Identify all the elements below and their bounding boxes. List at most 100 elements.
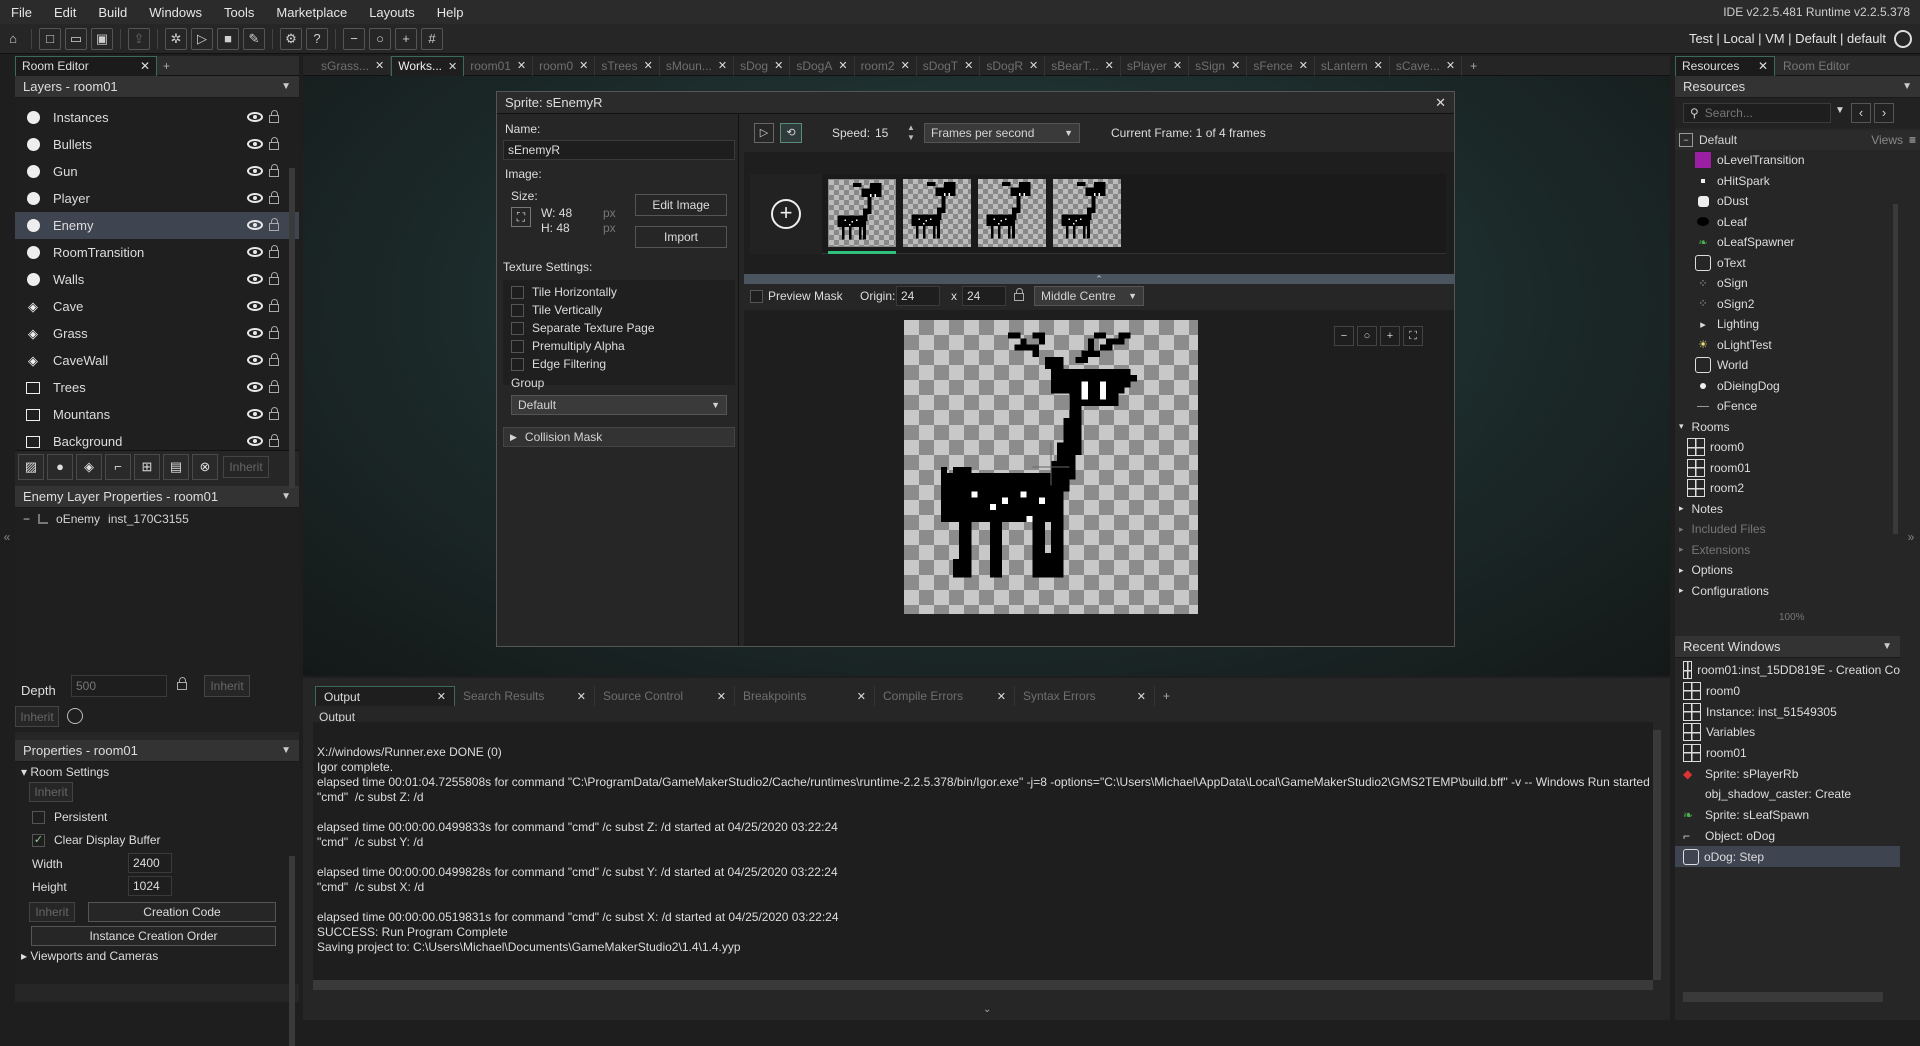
search-input[interactable]: ⚲ Search... (1683, 103, 1831, 123)
recent-window-item[interactable]: room01:inst_15DD819E - Creation Co (1675, 660, 1900, 681)
inherit-layers-button[interactable]: Inherit (223, 455, 269, 478)
layer-row-grass[interactable]: ◈ Grass (15, 320, 299, 347)
eye-icon[interactable] (247, 218, 263, 232)
lock-icon[interactable] (269, 299, 281, 313)
eye-icon[interactable] (247, 299, 263, 313)
close-icon[interactable]: ✕ (375, 59, 384, 72)
target-gear-icon[interactable] (1894, 29, 1912, 48)
premultiply-alpha-checkbox[interactable] (511, 340, 524, 353)
zoom-bar[interactable]: 100% (1675, 612, 1920, 624)
chevron-down-icon[interactable]: ▼ (1882, 641, 1892, 652)
doc-tab-14[interactable]: sFence ✕ (1247, 55, 1315, 76)
group-dropdown[interactable]: Default ▼ (511, 395, 727, 415)
collapse-icon[interactable]: − (1679, 133, 1693, 147)
menu-tools[interactable]: Tools (213, 5, 265, 20)
collapse-strip-icon[interactable]: ⌃ (744, 274, 1454, 284)
speed-value[interactable]: 15 (875, 126, 888, 140)
stop-icon[interactable]: ■ (217, 27, 239, 50)
folder-options[interactable]: ▸ Options (1679, 560, 1920, 581)
save-icon[interactable]: ▣ (91, 27, 113, 50)
doc-tab-12[interactable]: sPlayer ✕ (1121, 55, 1190, 76)
doc-tab-11[interactable]: sBearT... ✕ (1045, 55, 1121, 76)
lock-icon[interactable] (269, 326, 281, 340)
resource-otext[interactable]: oText (1679, 253, 1920, 274)
tab-room-editor-right[interactable]: Room Editor (1783, 59, 1850, 73)
views-label[interactable]: Views (1871, 133, 1903, 147)
close-icon[interactable]: ✕ (1299, 59, 1308, 72)
resources-header[interactable]: Resources ▼ (1675, 76, 1920, 98)
depth-field[interactable]: 500 (71, 675, 167, 697)
lock-icon[interactable] (269, 434, 281, 448)
close-icon[interactable]: ✕ (577, 690, 586, 703)
creation-code-button[interactable]: Creation Code (88, 902, 276, 922)
package-icon[interactable]: ⇪ (128, 27, 150, 50)
add-tab-icon[interactable]: + (1163, 689, 1170, 703)
layer-row-trees[interactable]: Trees (15, 374, 299, 401)
lock-icon[interactable] (269, 164, 281, 178)
inherit-code-button[interactable]: Inherit (29, 902, 75, 922)
zoom-in-icon[interactable]: + (1380, 326, 1400, 346)
eye-icon[interactable] (247, 110, 263, 124)
output-tab-syntax-errors[interactable]: Syntax Errors ✕ (1015, 686, 1155, 706)
menu-help[interactable]: Help (426, 5, 475, 20)
folder-notes[interactable]: ▸ Notes (1679, 499, 1920, 520)
resize-icon[interactable]: ⛶ (511, 207, 531, 227)
target-selector[interactable]: Test | Local | VM | Default | default (1689, 29, 1920, 48)
grid-icon[interactable]: # (421, 27, 443, 50)
recent-windows-header[interactable]: Recent Windows ▼ (1675, 636, 1900, 658)
delete-layer-icon[interactable]: ⊗ (192, 453, 218, 480)
speed-stepper-icon[interactable]: ▲ ▼ (907, 123, 915, 143)
inherit-depth-button[interactable]: Inherit (204, 675, 250, 697)
resource-oleveltransition[interactable]: oLevelTransition (1679, 150, 1920, 171)
layer-row-cavewall[interactable]: ◈ CaveWall (15, 347, 299, 374)
add-asset-layer-icon[interactable]: ⊞ (134, 453, 160, 480)
room-room01[interactable]: room01 (1679, 458, 1920, 479)
add-tile-layer-icon[interactable]: ◈ (76, 453, 102, 480)
lock-icon[interactable] (1014, 288, 1024, 301)
collision-mask-header[interactable]: ▶ Collision Mask (503, 427, 735, 447)
doc-tab-16[interactable]: sCave... ✕ (1390, 55, 1463, 76)
close-icon[interactable]: ✕ (1231, 59, 1240, 72)
resource-ofence[interactable]: oFence (1679, 396, 1920, 417)
lock-icon[interactable] (269, 191, 281, 205)
output-tab-output[interactable]: Output ✕ (315, 686, 455, 706)
lock-icon[interactable] (269, 380, 281, 394)
close-icon[interactable]: ✕ (1374, 59, 1383, 72)
recent-window-item[interactable]: oDog: Step (1675, 846, 1900, 867)
layer-row-walls[interactable]: Walls (15, 266, 299, 293)
lock-icon[interactable] (269, 407, 281, 421)
chevron-down-icon[interactable]: ▼ (281, 491, 291, 502)
search-options-icon[interactable]: ▼ (1835, 105, 1845, 116)
properties-scrollbar[interactable] (289, 856, 295, 1046)
close-icon[interactable]: ✕ (1029, 59, 1038, 72)
room-settings-row[interactable]: ▾ Room Settings (21, 765, 109, 779)
sprite-editor-titlebar[interactable]: Sprite: sEnemyR ✕ (497, 92, 1454, 114)
origin-y-field[interactable]: 24 (962, 286, 1006, 306)
close-icon[interactable]: ✕ (717, 690, 726, 703)
doc-tab-6[interactable]: sDog ✕ (734, 55, 791, 76)
layer-properties-header[interactable]: Enemy Layer Properties - room01 ▼ (15, 486, 299, 508)
close-icon[interactable]: ✕ (140, 59, 150, 73)
eye-icon[interactable] (247, 245, 263, 259)
recent-window-item[interactable]: ❧ Sprite: sLeafSpawn (1675, 805, 1900, 826)
layer-row-bullets[interactable]: Bullets (15, 131, 299, 158)
close-icon[interactable]: ✕ (437, 690, 446, 703)
collapse-bottom-icon[interactable]: ⌄ (983, 1004, 991, 1015)
recent-window-item[interactable]: Variables (1675, 722, 1900, 743)
eye-icon[interactable] (247, 353, 263, 367)
close-icon[interactable]: ✕ (838, 59, 847, 72)
close-icon[interactable]: ✕ (964, 59, 973, 72)
layer-row-background[interactable]: Background (15, 428, 299, 455)
zoom-reset-icon[interactable]: ○ (369, 27, 391, 50)
recent-window-item[interactable]: obj_shadow_caster: Create (1675, 784, 1900, 805)
doc-tab-1[interactable]: Works... ✕ (391, 55, 465, 76)
add-instance-layer-icon[interactable]: ● (47, 453, 73, 480)
folder-extensions[interactable]: ▸ Extensions (1679, 540, 1920, 561)
lock-icon[interactable] (269, 110, 281, 124)
close-icon[interactable]: ✕ (857, 690, 866, 703)
loop-icon[interactable]: ⟲ (780, 123, 802, 143)
close-icon[interactable]: ✕ (1137, 690, 1146, 703)
close-icon[interactable]: ✕ (774, 59, 783, 72)
doc-tab-13[interactable]: sSign ✕ (1189, 55, 1248, 76)
new-project-icon[interactable]: □ (39, 27, 61, 50)
